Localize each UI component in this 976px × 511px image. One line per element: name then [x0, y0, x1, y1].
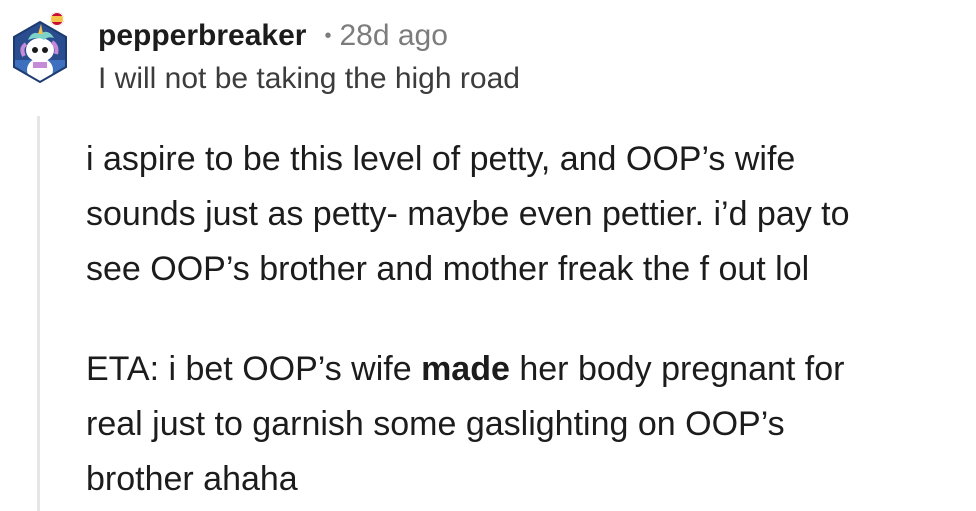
- spain-flag-icon: [50, 12, 64, 26]
- user-flair: I will not be taking the high road: [98, 62, 520, 95]
- body-line: see OOP’s brother and mother freak the f…: [86, 250, 810, 288]
- comment-header: pepperbreaker • 28d ago: [98, 16, 448, 56]
- snoo-unicorn-avatar-icon: [13, 20, 67, 84]
- body-text: ETA: i bet OOP’s wife: [86, 350, 422, 388]
- timestamp[interactable]: 28d ago: [339, 19, 447, 53]
- body-line: brother ahaha: [86, 460, 298, 498]
- comment-paragraph-1: i aspire to be this level of petty, and …: [86, 132, 966, 297]
- comment: pepperbreaker • 28d ago I will not be ta…: [0, 0, 976, 511]
- body-text: her body pregnant for: [509, 350, 845, 388]
- avatar[interactable]: [8, 20, 72, 84]
- body-line: real just to garnish some gaslighting on…: [86, 405, 785, 443]
- meta-separator: •: [324, 24, 332, 47]
- body-line: i aspire to be this level of petty, and …: [86, 140, 796, 178]
- bold-text: made: [421, 350, 510, 388]
- body-line: sounds just as petty- maybe even pettier…: [86, 195, 850, 233]
- comment-body: i aspire to be this level of petty, and …: [86, 132, 966, 507]
- username-link[interactable]: pepperbreaker: [98, 19, 306, 53]
- collapse-thread-line[interactable]: [37, 116, 40, 511]
- comment-paragraph-2: ETA: i bet OOP’s wife made her body preg…: [86, 342, 966, 507]
